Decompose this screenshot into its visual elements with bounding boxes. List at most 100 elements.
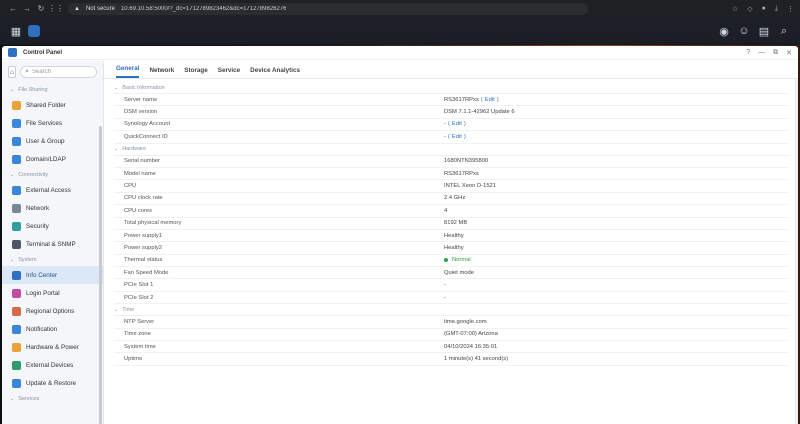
sidebar-item-label: External Access (26, 186, 71, 194)
sidebar-scrollbar[interactable] (99, 126, 102, 424)
edit-link[interactable]: Edit (452, 121, 462, 127)
sidebar-item-label: Hardware & Power (26, 343, 79, 351)
section-title: Basic Information (122, 84, 165, 91)
sidebar-item-label: Notification (26, 325, 58, 333)
sidebar-section-system[interactable]: ⌄ System (2, 253, 103, 266)
info-value-text: - (444, 133, 446, 140)
back-icon[interactable]: ← (6, 4, 20, 13)
info-row-quickconnect-id: QuickConnect ID -(Edit) (114, 131, 788, 144)
edit-bracket: ( (447, 133, 450, 140)
info-value: INTEL Xeon D-1521 (444, 183, 496, 189)
widgets-icon[interactable]: ▤ (756, 23, 772, 39)
sidebar-list: ⌄ File Sharing Shared Folder File Services U… (2, 83, 103, 405)
sidebar-item-security[interactable]: Security (2, 217, 103, 235)
tab-service[interactable]: Service (218, 67, 240, 78)
sidebar-section-file-sharing[interactable]: ⌄ File Sharing (2, 83, 103, 96)
hardware-and-power-icon (12, 342, 21, 352)
info-value: -(Edit) (444, 121, 466, 127)
forward-icon[interactable]: → (20, 4, 34, 13)
sidebar-item-external-devices[interactable]: External Devices (2, 356, 103, 374)
edit-bracket: ) (463, 133, 466, 140)
sidebar-item-info-center[interactable]: Info Center (2, 266, 103, 284)
home-button[interactable]: ⌂ (8, 66, 17, 78)
info-value: -(Edit) (444, 134, 466, 140)
chevron-down-icon: ⌄ (114, 84, 119, 91)
tab-storage[interactable]: Storage (184, 67, 207, 78)
notification-icon[interactable]: ◉ (716, 23, 732, 39)
info-value: Healthy (444, 233, 464, 239)
tab-device-analytics[interactable]: Device Analytics (250, 67, 300, 78)
info-value-text: 1680NTN395800 (444, 158, 489, 165)
maximize-button[interactable]: ⧉ (773, 49, 778, 57)
sidebar-section-label: File Sharing (18, 86, 48, 93)
search-box[interactable]: ⌕ (20, 66, 97, 78)
info-value: RS3617RPxs(Edit) (444, 97, 499, 103)
user-icon[interactable]: ☺ (736, 23, 752, 39)
sidebar-item-hardware-and-power[interactable]: Hardware & Power (2, 338, 103, 356)
sidebar-item-label: User & Group (26, 137, 65, 145)
sidebar-item-shared-folder[interactable]: Shared Folder (2, 96, 103, 114)
sidebar-item-file-services[interactable]: File Services (2, 114, 103, 132)
file-services-icon (12, 118, 21, 128)
main-menu-icon[interactable]: ▦ (8, 23, 24, 39)
close-button[interactable]: ✕ (786, 49, 792, 57)
extension-icon[interactable]: ◇ (747, 5, 752, 13)
sidebar-item-login-portal[interactable]: Login Portal (2, 284, 103, 302)
minimize-button[interactable]: — (758, 49, 765, 57)
info-label: Uptime (124, 356, 143, 363)
sidebar-section-connectivity[interactable]: ⌄ Connectivity (2, 168, 103, 181)
address-bar[interactable]: ▲ Not secure 10.69.10.58:5000/?_dc=17127… (68, 2, 588, 15)
info-value-text: 8192 MB (444, 220, 468, 227)
section-header-time[interactable]: ⌄ Time (114, 304, 788, 317)
url-text: 10.69.10.58:5000/?_dc=1712789823462&dc=1… (120, 5, 287, 12)
sidebar-item-domain-ldap[interactable]: Domain/LDAP (2, 150, 103, 168)
sidebar-item-update-and-restore[interactable]: Update & Restore (2, 374, 103, 392)
apps-grid-icon[interactable]: ⋮⋮ (48, 4, 64, 13)
search-taskbar-icon[interactable]: ⌕ (776, 23, 792, 39)
info-label: Model name (124, 170, 156, 177)
info-label: PCIe Slot 1 (124, 282, 154, 289)
tab-bar: General Network Storage Service Device Analy… (104, 61, 798, 79)
sidebar-item-label: Regional Options (26, 307, 75, 315)
help-button[interactable]: ? (746, 49, 750, 57)
window-titlebar[interactable]: Control Panel ? — ⧉ ✕ (2, 46, 798, 60)
sidebar-section-services[interactable]: ⌄ Services (2, 392, 103, 405)
info-row-cpu-cores: CPU cores 4 (114, 205, 788, 218)
sidebar-item-notification[interactable]: Notification (2, 320, 103, 338)
info-value: 04/10/2024 16:35:01 (444, 344, 497, 350)
profile-icon[interactable]: ● (762, 5, 766, 13)
info-label: Total physical memory (124, 220, 182, 227)
section-title: Time (122, 306, 135, 313)
bookmark-star-icon[interactable]: ☆ (732, 5, 738, 13)
control-panel-taskbar-icon[interactable] (28, 25, 40, 37)
edit-bracket: ( (447, 121, 450, 128)
notification-icon (12, 324, 21, 334)
edit-link[interactable]: Edit (452, 134, 462, 140)
sidebar-item-network[interactable]: Network (2, 199, 103, 217)
search-input[interactable] (32, 69, 92, 75)
download-icon[interactable]: ⤓ (775, 5, 778, 13)
edit-link[interactable]: Edit (485, 97, 495, 103)
info-value: time.google.com (444, 319, 487, 325)
sidebar-item-regional-options[interactable]: Regional Options (2, 302, 103, 320)
sidebar-item-label: Shared Folder (26, 101, 66, 109)
edit-bracket: ( (480, 96, 483, 103)
info-label: QuickConnect ID (124, 133, 168, 140)
info-center-panel: General Network Storage Service Device Analy… (104, 61, 798, 424)
login-portal-icon (12, 288, 21, 298)
section-header-hardware[interactable]: ⌄ Hardware (114, 144, 788, 156)
sidebar-item-user-and-group[interactable]: User & Group (2, 132, 103, 150)
sidebar-item-terminal-and-snmp[interactable]: Terminal & SNMP (2, 235, 103, 253)
browser-menu-icon[interactable]: ⋮ (787, 5, 794, 13)
tab-general[interactable]: General (116, 65, 140, 78)
content-scrollbar[interactable] (795, 79, 798, 424)
edit-bracket: ) (496, 96, 499, 103)
info-content: ⌄ Basic Information Server name RS3617RPxs(… (104, 79, 798, 366)
info-label: CPU (124, 183, 137, 190)
tab-network[interactable]: Network (149, 67, 174, 78)
sidebar-item-external-access[interactable]: External Access (2, 181, 103, 199)
domain-ldap-icon (12, 154, 21, 164)
reload-icon[interactable]: ↻ (34, 4, 48, 13)
section-header-basic-information[interactable]: ⌄ Basic Information (114, 82, 788, 94)
info-label: Thermal status (124, 257, 163, 264)
